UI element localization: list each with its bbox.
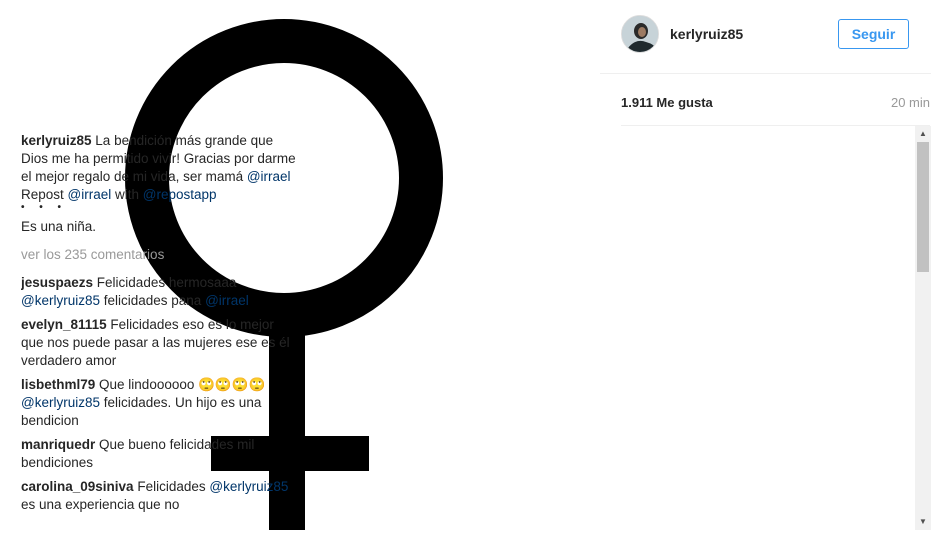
mention-link[interactable]: @irrael	[205, 293, 249, 308]
comment-text: Felicidades hermosaaa	[93, 275, 237, 290]
list-item: evelyn_81115 Felicidades eso es lo mejor…	[21, 316, 297, 370]
comments-list: kerlyruiz85 La bendición más grande que …	[21, 132, 297, 532]
mention-link[interactable]: @kerlyruiz85	[21, 293, 100, 308]
mention-link[interactable]: @kerlyruiz85	[209, 479, 288, 494]
caption-dots: • • •	[21, 202, 68, 213]
comment-username[interactable]: lisbethml79	[21, 377, 95, 392]
caption: kerlyruiz85 La bendición más grande que …	[21, 132, 297, 236]
comments-scrollbar[interactable]: ▲ ▼	[915, 126, 931, 530]
comment-text: Felicidades	[133, 479, 210, 494]
comment-text: Que lindoooooo 🙄🙄🙄🙄	[95, 377, 266, 392]
comment-username[interactable]: carolina_09siniva	[21, 479, 134, 494]
mention-link[interactable]: @irrael	[68, 187, 112, 202]
likes-row: 1.911 Me gusta 20 min	[621, 74, 930, 126]
likes-count[interactable]: 1.911 Me gusta	[621, 95, 713, 110]
mention-link[interactable]: @repostapp	[143, 187, 217, 202]
caption-username[interactable]: kerlyruiz85	[21, 133, 92, 148]
view-all-comments-link[interactable]: ver los 235 comentarios	[21, 246, 297, 264]
comment-text: felicidades pana	[99, 293, 206, 308]
post-header: kerlyruiz85 Seguir	[600, 0, 931, 74]
scroll-down-icon[interactable]: ▼	[915, 514, 931, 530]
header-username[interactable]: kerlyruiz85	[670, 26, 743, 42]
comment-text: es una experiencia que no	[21, 497, 180, 512]
list-item: manriquedr Que bueno felicidades mil ben…	[21, 436, 297, 472]
comment-username[interactable]: manriquedr	[21, 437, 95, 452]
scroll-up-icon[interactable]: ▲	[915, 126, 931, 142]
avatar[interactable]	[621, 15, 659, 53]
follow-button[interactable]: Seguir	[838, 19, 909, 49]
post-timestamp[interactable]: 20 min	[891, 95, 930, 110]
scroll-thumb[interactable]	[917, 142, 929, 272]
list-item: jesuspaezs Felicidades hermosaaa @kerlyr…	[21, 274, 297, 310]
comment-username[interactable]: jesuspaezs	[21, 275, 93, 290]
mention-link[interactable]: @kerlyruiz85	[21, 395, 100, 410]
list-item: lisbethml79 Que lindoooooo 🙄🙄🙄🙄 @kerlyru…	[21, 376, 297, 430]
caption-text: with	[111, 187, 143, 202]
list-item: carolina_09siniva Felicidades @kerlyruiz…	[21, 478, 297, 514]
caption-text: Repost	[21, 187, 68, 202]
comment-username[interactable]: evelyn_81115	[21, 317, 107, 332]
post-sidebar: kerlyruiz85 Seguir 1.911 Me gusta 20 min	[600, 0, 931, 550]
caption-extra-text: Es una niña.	[21, 219, 97, 234]
mention-link[interactable]: @irrael	[247, 169, 291, 184]
